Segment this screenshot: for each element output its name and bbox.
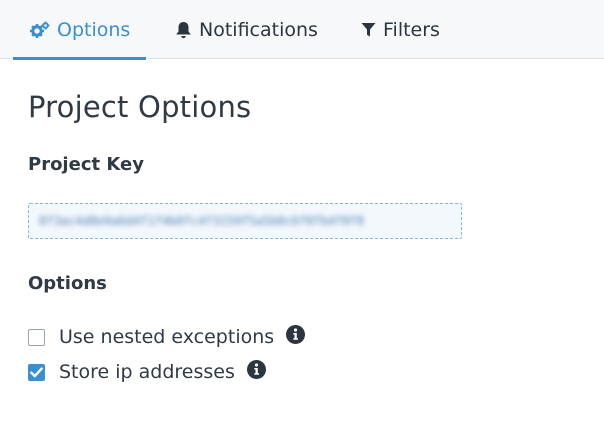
bell-icon	[175, 21, 192, 39]
active-tab-indicator	[13, 57, 146, 60]
gears-icon	[30, 21, 50, 39]
store-ip-addresses-checkbox[interactable]	[28, 363, 45, 381]
option-store-ip-addresses: Store ip addresses	[28, 360, 266, 384]
tab-options[interactable]: Options	[13, 0, 146, 60]
option-label: Use nested exceptions	[59, 326, 275, 348]
use-nested-exceptions-checkbox[interactable]	[28, 328, 45, 346]
tab-options-label: Options	[57, 18, 131, 41]
option-use-nested-exceptions: Use nested exceptions	[28, 325, 306, 349]
tab-filters-label: Filters	[383, 18, 440, 41]
option-label: Store ip addresses	[59, 361, 235, 383]
options-section-label: Options	[28, 273, 107, 294]
project-key-label: Project Key	[28, 154, 144, 175]
project-key-field[interactable]: 8f3ac4d8e9a6d4f1f4b0fc4f3159f5a5b0c6f0fb…	[28, 203, 462, 239]
page-title: Project Options	[28, 90, 252, 124]
info-icon[interactable]	[246, 360, 266, 384]
tab-filters[interactable]: Filters	[361, 0, 440, 59]
checkmark-icon	[30, 366, 43, 377]
project-key-value: 8f3ac4d8e9a6d4f1f4b0fc4f3159f5a5b0c6f0fb…	[39, 214, 365, 228]
tab-bar: Options Notifications Filters	[0, 0, 604, 60]
tab-notifications-label: Notifications	[199, 18, 318, 41]
info-icon[interactable]	[286, 325, 306, 349]
filter-icon	[361, 22, 376, 38]
tab-notifications[interactable]: Notifications	[175, 0, 318, 59]
